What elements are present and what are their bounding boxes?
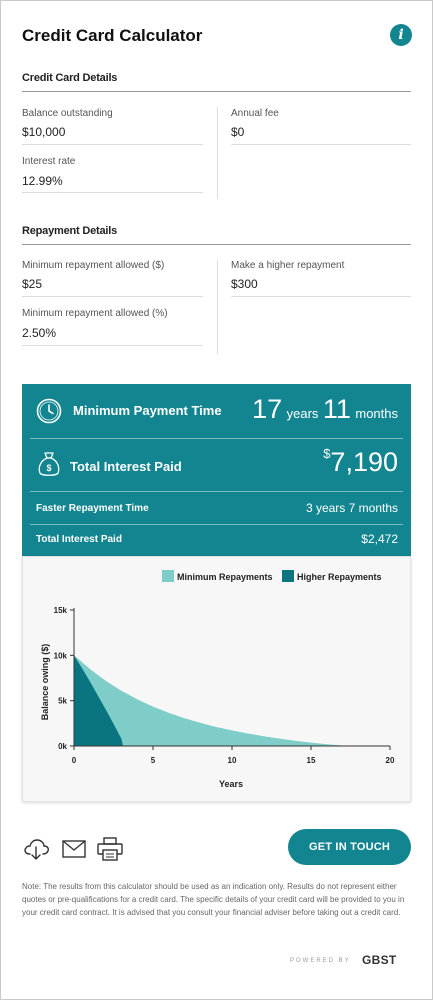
envelope-icon[interactable] — [62, 840, 86, 858]
x-tick-label: 10 — [228, 756, 237, 765]
get-in-touch-button[interactable]: GET IN TOUCH — [288, 829, 411, 865]
cloud-download-icon[interactable] — [22, 837, 50, 861]
disclaimer-note: Note: The results from this calculator s… — [22, 882, 405, 917]
x-tick-label: 20 — [386, 756, 395, 765]
y-tick-label: 10k — [54, 651, 68, 660]
powered-by-label: POWERED BY — [290, 958, 351, 964]
x-tick-label: 15 — [307, 756, 316, 765]
x-axis-label: Years — [219, 779, 243, 789]
y-tick-label: 0k — [58, 742, 67, 751]
y-axis-label: Balance owing ($) — [40, 644, 50, 721]
gbst-logo: GBST — [362, 953, 397, 967]
printer-icon[interactable] — [97, 837, 123, 861]
x-tick-label: 5 — [151, 756, 156, 765]
x-tick-label: 0 — [72, 756, 77, 765]
y-tick-label: 15k — [54, 606, 68, 615]
y-tick-label: 5k — [58, 697, 67, 706]
